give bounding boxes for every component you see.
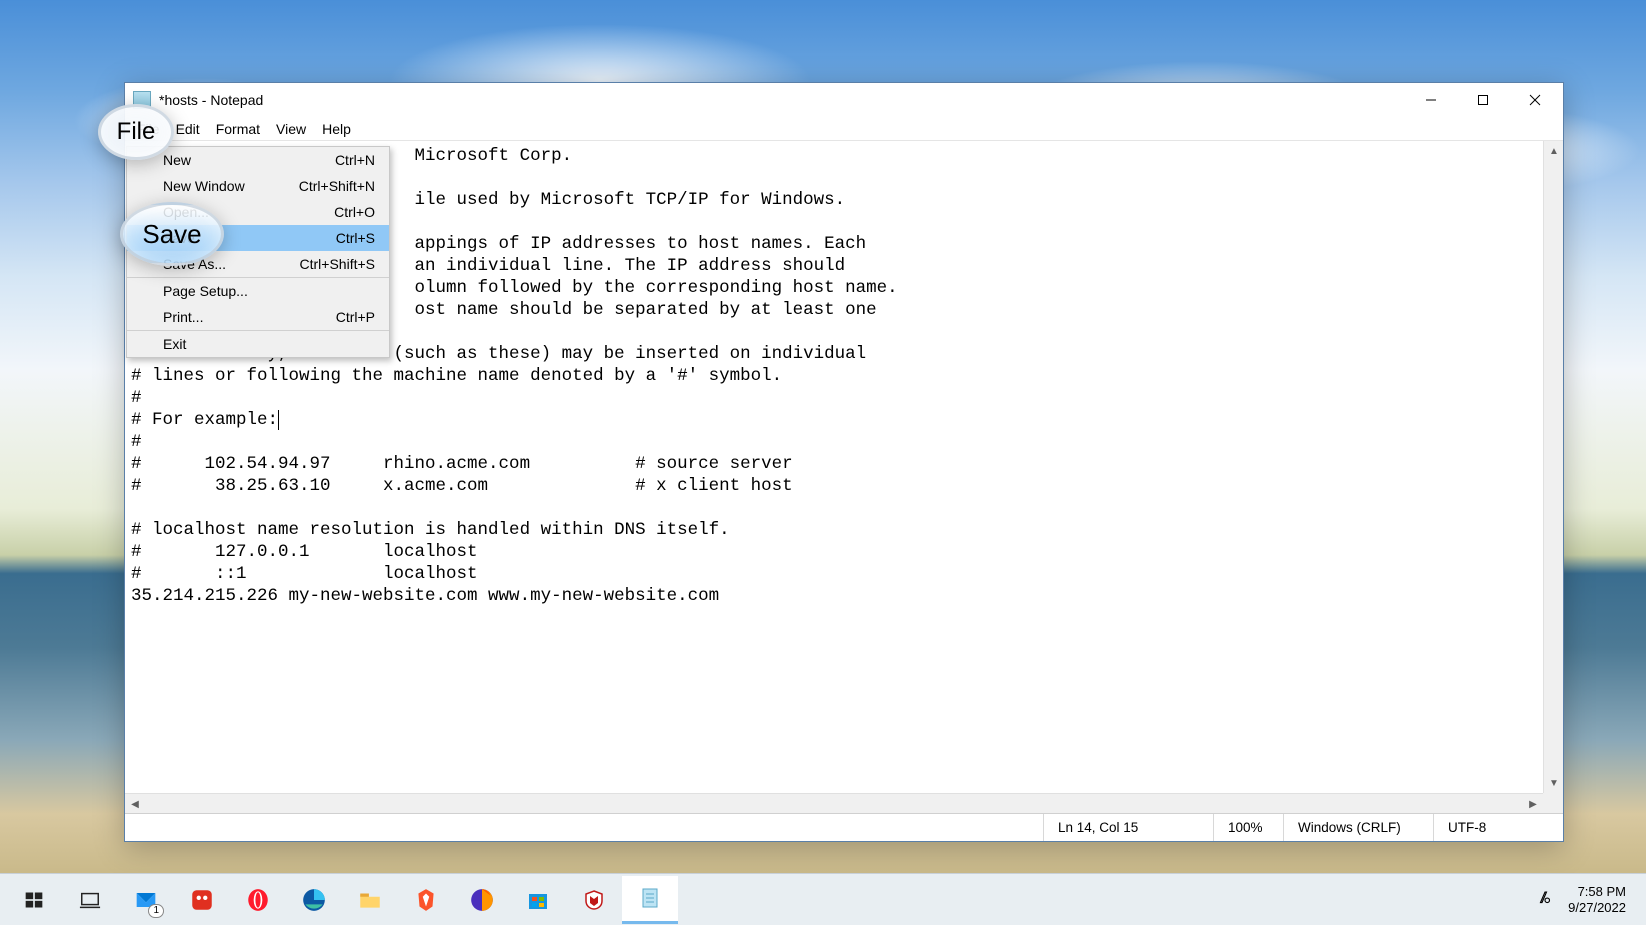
- taskbar-clock[interactable]: 7:58 PM 9/27/2022: [1568, 884, 1626, 916]
- taskbar: 1: [0, 873, 1646, 925]
- file-menu-item-print[interactable]: Print...Ctrl+P: [127, 304, 389, 330]
- menu-edit[interactable]: Edit: [168, 119, 208, 139]
- file-menu-item-new[interactable]: NewCtrl+N: [127, 147, 389, 173]
- menu-format[interactable]: Format: [208, 119, 268, 139]
- clock-time: 7:58 PM: [1568, 884, 1626, 900]
- menu-file[interactable]: File: [129, 119, 168, 139]
- taskbar-edge[interactable]: [286, 876, 342, 924]
- menu-item-label: Print...: [163, 309, 336, 325]
- menu-item-label: Exit: [163, 336, 375, 352]
- titlebar[interactable]: *hosts - Notepad: [125, 83, 1563, 117]
- notepad-icon: [133, 91, 151, 109]
- taskbar-store[interactable]: [510, 876, 566, 924]
- scroll-left-icon[interactable]: ◀: [125, 794, 145, 813]
- brave-icon: [412, 886, 440, 914]
- menu-item-label: Save As...: [163, 256, 300, 272]
- menu-item-shortcut: Ctrl+Shift+S: [300, 256, 375, 272]
- menu-item-label: Page Setup...: [163, 283, 375, 299]
- status-line-ending: Windows (CRLF): [1283, 814, 1433, 841]
- menubar: File Edit Format View Help: [125, 117, 1563, 141]
- scroll-corner: [1543, 793, 1563, 813]
- taskbar-mcafee[interactable]: [566, 876, 622, 924]
- minimize-button[interactable]: [1405, 83, 1457, 117]
- file-menu-item-new-window[interactable]: New WindowCtrl+Shift+N: [127, 173, 389, 199]
- close-button[interactable]: [1509, 83, 1561, 117]
- status-position: Ln 14, Col 15: [1043, 814, 1213, 841]
- horizontal-scrollbar[interactable]: ◀ ▶: [125, 793, 1543, 813]
- windows-icon: [20, 886, 48, 914]
- file-menu-item-page-setup[interactable]: Page Setup...: [127, 277, 389, 304]
- menu-item-label: New Window: [163, 178, 299, 194]
- status-encoding: UTF-8: [1433, 814, 1563, 841]
- menu-item-label: New: [163, 152, 335, 168]
- file-menu-item-exit[interactable]: Exit: [127, 330, 389, 357]
- mcafee-icon: [580, 886, 608, 914]
- maximize-button[interactable]: [1457, 83, 1509, 117]
- task-view-icon: [76, 886, 104, 914]
- menu-item-label: Save: [163, 230, 336, 246]
- folder-icon: [356, 886, 384, 914]
- taskbar-firefox[interactable]: [454, 876, 510, 924]
- start-button[interactable]: [6, 876, 62, 924]
- status-zoom: 100%: [1213, 814, 1283, 841]
- opera-icon: [244, 886, 272, 914]
- taskbar-notepad[interactable]: [622, 876, 678, 924]
- mail-badge: 1: [148, 904, 164, 918]
- tray-input-icon[interactable]: [1536, 889, 1554, 910]
- menu-item-shortcut: Ctrl+S: [336, 230, 375, 246]
- store-icon: [524, 886, 552, 914]
- file-menu-item-open[interactable]: Open...Ctrl+O: [127, 199, 389, 225]
- system-tray[interactable]: 7:58 PM 9/27/2022: [1522, 884, 1640, 916]
- scroll-right-icon[interactable]: ▶: [1523, 794, 1543, 813]
- firefox-icon: [468, 886, 496, 914]
- taskbar-explorer[interactable]: [342, 876, 398, 924]
- menu-item-shortcut: Ctrl+Shift+N: [299, 178, 375, 194]
- window-title: *hosts - Notepad: [159, 92, 263, 108]
- menu-item-shortcut: Ctrl+N: [335, 152, 375, 168]
- edge-icon: [300, 886, 328, 914]
- menu-item-shortcut: Ctrl+O: [334, 204, 375, 220]
- menu-view[interactable]: View: [268, 119, 314, 139]
- vertical-scrollbar[interactable]: ▲ ▼: [1543, 141, 1563, 793]
- file-menu-dropdown: NewCtrl+NNew WindowCtrl+Shift+NOpen...Ct…: [126, 146, 390, 358]
- scroll-up-icon[interactable]: ▲: [1544, 141, 1563, 161]
- scroll-down-icon[interactable]: ▼: [1544, 773, 1563, 793]
- file-menu-item-save-as[interactable]: Save As...Ctrl+Shift+S: [127, 251, 389, 277]
- notepad-taskbar-icon: [636, 884, 664, 912]
- menu-help[interactable]: Help: [314, 119, 359, 139]
- file-menu-item-save[interactable]: SaveCtrl+S: [127, 225, 389, 251]
- app-icon-red: [188, 886, 216, 914]
- taskbar-mail[interactable]: 1: [118, 876, 174, 924]
- clock-date: 9/27/2022: [1568, 900, 1626, 916]
- taskbar-opera[interactable]: [230, 876, 286, 924]
- taskbar-brave[interactable]: [398, 876, 454, 924]
- menu-item-label: Open...: [163, 204, 334, 220]
- menu-item-shortcut: Ctrl+P: [336, 309, 375, 325]
- taskbar-app-1[interactable]: [174, 876, 230, 924]
- task-view-button[interactable]: [62, 876, 118, 924]
- statusbar: Ln 14, Col 15 100% Windows (CRLF) UTF-8: [125, 813, 1563, 841]
